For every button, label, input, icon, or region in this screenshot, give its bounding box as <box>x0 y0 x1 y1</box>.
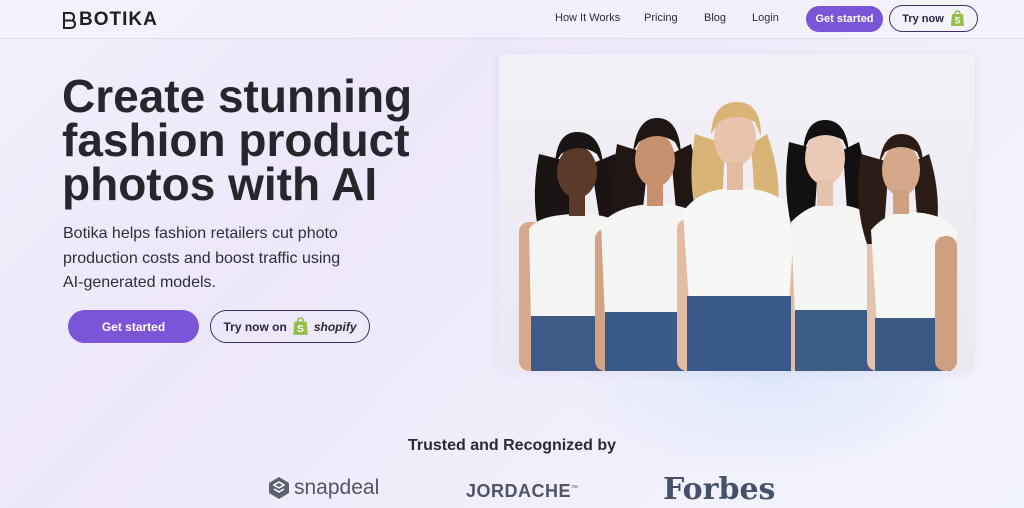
forbes-wordmark: Forbes <box>663 472 776 507</box>
hero-get-started-label: Get started <box>101 319 166 334</box>
hero-get-started-button[interactable]: Get started <box>68 310 199 343</box>
trademark-symbol: ™ <box>571 485 579 492</box>
hero-try-shopify-button[interactable]: Try now on S shopify <box>210 310 370 343</box>
nav-try-now-label: Try now <box>902 12 944 25</box>
nav-link-blog[interactable]: Blog <box>704 12 726 24</box>
hero-title: Create stunning fashion product photos w… <box>62 70 413 210</box>
trusted-title: Trusted and Recognized by <box>407 437 617 454</box>
shopify-wordmark: shopify <box>313 319 357 334</box>
brand-logo[interactable]: BOTIKA <box>62 9 158 31</box>
logo-text: BOTIKA <box>79 9 158 30</box>
snapdeal-logo: snapdeal <box>268 476 379 500</box>
nav-try-now-button[interactable]: Try now S <box>889 5 978 32</box>
snapdeal-wordmark: snapdeal <box>294 476 380 499</box>
nav-link-how-it-works[interactable]: How It Works <box>555 12 620 24</box>
nav-get-started-label: Get started <box>815 13 874 25</box>
shopify-bag-icon: S <box>950 10 964 26</box>
snapdeal-logo-icon <box>269 477 289 499</box>
svg-text:S: S <box>954 16 960 26</box>
hero-models-image <box>499 54 974 371</box>
jordache-logo: JORDACHE™ <box>466 481 579 502</box>
model-figure <box>677 102 801 371</box>
nav-link-login[interactable]: Login <box>752 12 779 24</box>
jordache-wordmark: JORDACHE <box>466 481 572 501</box>
forbes-logo: Forbes <box>663 472 775 507</box>
svg-text:S: S <box>297 324 304 335</box>
fashion-models-illustration <box>519 102 957 371</box>
top-navbar: BOTIKA How It Works Pricing Blog Login G… <box>0 0 1024 39</box>
hero-subtitle: Botika helps fashion retailers cut photo… <box>63 225 341 291</box>
shopify-bag-icon: S <box>293 317 308 335</box>
nav-link-pricing[interactable]: Pricing <box>644 12 678 24</box>
botika-logo-icon <box>63 11 76 29</box>
nav-get-started-button[interactable]: Get started <box>806 6 883 32</box>
hero-try-now-label: Try now on <box>223 319 287 334</box>
